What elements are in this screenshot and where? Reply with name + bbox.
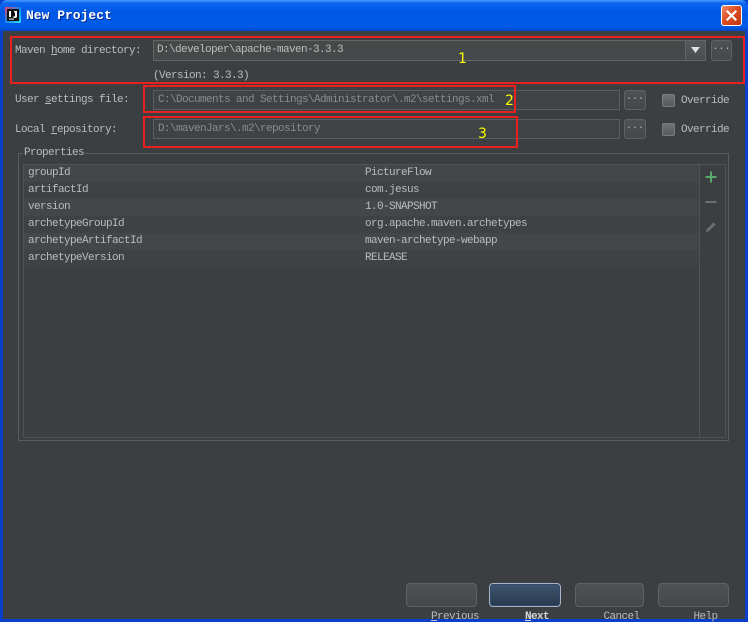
user-settings-override-checkbox[interactable] bbox=[662, 94, 675, 107]
user-settings-override-label[interactable]: Override bbox=[681, 94, 730, 108]
local-repository-label: Local repository: bbox=[15, 124, 118, 136]
new-project-dialog: New Project Maven home directory: D:\dev… bbox=[0, 0, 748, 622]
property-name: version bbox=[28, 201, 71, 213]
previous-button[interactable]: Previous bbox=[406, 583, 480, 622]
pencil-icon[interactable] bbox=[705, 221, 717, 233]
property-name: groupId bbox=[28, 167, 71, 179]
property-name: archetypeGroupId bbox=[28, 218, 125, 230]
next-button[interactable]: Next bbox=[489, 583, 561, 622]
user-settings-browse-button[interactable]: ... bbox=[624, 90, 646, 110]
local-repository-browse-button[interactable]: ... bbox=[624, 119, 646, 139]
property-name: artifactId bbox=[28, 184, 89, 196]
properties-table[interactable]: groupId PictureFlow artifactId com.jesus… bbox=[23, 164, 700, 438]
annotation-number-1: 1 bbox=[458, 51, 467, 67]
properties-toolbar bbox=[700, 164, 726, 438]
cancel-button[interactable]: Cancel bbox=[575, 583, 644, 622]
annotation-box-1 bbox=[10, 36, 745, 84]
table-row[interactable]: archetypeArtifactId maven-archetype-weba… bbox=[24, 233, 699, 250]
intellij-icon bbox=[5, 7, 21, 23]
help-button-label: Help bbox=[693, 611, 719, 622]
property-value[interactable]: org.apache.maven.archetypes bbox=[365, 216, 528, 233]
property-name: archetypeVersion bbox=[28, 252, 125, 264]
next-button-label: Next bbox=[524, 611, 550, 622]
annotation-box-2 bbox=[143, 85, 516, 113]
annotation-number-3: 3 bbox=[478, 126, 487, 142]
annotation-box-3 bbox=[143, 116, 518, 148]
property-value[interactable]: maven-archetype-webapp bbox=[365, 233, 498, 250]
local-repository-override-checkbox[interactable] bbox=[662, 123, 675, 136]
window-title: New Project bbox=[26, 8, 112, 23]
property-value[interactable]: com.jesus bbox=[365, 182, 420, 199]
local-repository-override-label[interactable]: Override bbox=[681, 123, 730, 137]
table-row[interactable]: version 1.0-SNAPSHOT bbox=[24, 199, 699, 216]
minus-icon[interactable] bbox=[705, 196, 717, 208]
user-settings-label: User settings file: bbox=[15, 94, 130, 106]
title-bar[interactable]: New Project bbox=[0, 0, 748, 31]
table-row[interactable]: archetypeVersion RELEASE bbox=[24, 250, 699, 267]
close-button[interactable] bbox=[721, 5, 742, 26]
cancel-button-label: Cancel bbox=[603, 611, 641, 622]
plus-icon[interactable] bbox=[705, 171, 717, 183]
property-name: archetypeArtifactId bbox=[28, 235, 143, 247]
help-button[interactable]: Help bbox=[658, 583, 729, 622]
table-row[interactable]: archetypeGroupId org.apache.maven.archet… bbox=[24, 216, 699, 233]
table-row[interactable]: groupId PictureFlow bbox=[24, 165, 699, 182]
annotation-number-2: 2 bbox=[505, 93, 514, 109]
property-value[interactable]: PictureFlow bbox=[365, 165, 432, 182]
properties-title: Properties bbox=[23, 146, 86, 160]
property-value[interactable]: 1.0-SNAPSHOT bbox=[365, 199, 438, 216]
previous-button-label: Previous bbox=[431, 611, 480, 622]
close-icon bbox=[725, 9, 738, 22]
table-row[interactable]: artifactId com.jesus bbox=[24, 182, 699, 199]
property-value[interactable]: RELEASE bbox=[365, 250, 408, 267]
